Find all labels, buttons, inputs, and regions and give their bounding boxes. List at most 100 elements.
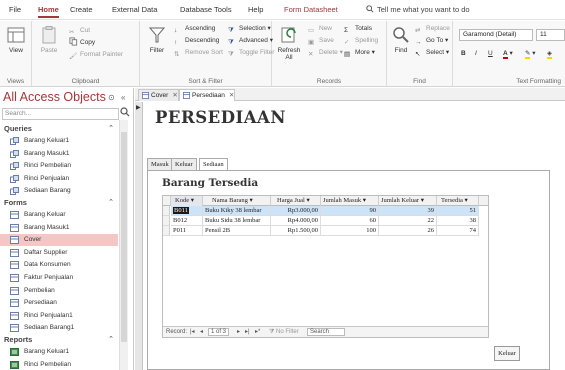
next-record-button[interactable]: ▸ bbox=[237, 327, 240, 337]
cell-nama-barang[interactable]: Buku Sidu 38 lembar bbox=[203, 216, 271, 226]
cell-jumlah-keluar[interactable]: 26 bbox=[379, 226, 437, 236]
refresh-all-button[interactable]: Refresh All bbox=[274, 25, 304, 61]
tab-file[interactable]: File bbox=[9, 5, 21, 14]
table-row[interactable]: P011 Pensil 2B Rp1.500,00 100 26 74 bbox=[163, 226, 488, 236]
fill-color-button[interactable]: ◈ bbox=[547, 48, 552, 59]
collapse-icon[interactable]: ⌃ bbox=[108, 124, 114, 132]
paste-button[interactable]: Paste bbox=[34, 25, 64, 54]
nav-item[interactable]: Barang Keluar1 bbox=[0, 346, 118, 358]
advanced-button[interactable]: ⧩ Advanced ▾ bbox=[228, 35, 273, 46]
bold-button[interactable]: B bbox=[461, 48, 466, 59]
nav-section-header[interactable]: Queries ⌃ bbox=[4, 124, 116, 135]
doc-tab-cover[interactable]: Cover ✕ bbox=[138, 89, 179, 101]
descending-button[interactable]: ↑ Descending bbox=[174, 35, 219, 46]
replace-button[interactable]: ⇄ Replace bbox=[415, 23, 450, 34]
nav-dropdown-icon[interactable]: ⊙ bbox=[108, 93, 115, 102]
table-row[interactable]: B012 Buku Sidu 38 lembar Rp4.000,00 60 2… bbox=[163, 216, 488, 226]
underline-button[interactable]: U bbox=[488, 48, 493, 59]
nav-item[interactable]: Rinci Pembelian bbox=[0, 160, 118, 172]
goto-button[interactable]: → Go To ▾ bbox=[415, 35, 448, 46]
cell-nama-barang[interactable]: Pensil 2B bbox=[203, 226, 271, 236]
no-filter-indicator[interactable]: ⧩ No Filter bbox=[269, 327, 299, 337]
column-header-tersedia[interactable]: Tersedia ▾ bbox=[437, 196, 479, 206]
first-record-button[interactable]: |◂ bbox=[190, 327, 195, 337]
current-record-input[interactable]: 1 of 3 bbox=[208, 328, 230, 336]
collapse-icon[interactable]: ⌃ bbox=[108, 335, 114, 343]
dropdown-icon[interactable]: ▾ bbox=[363, 197, 366, 204]
new-record-nav-button[interactable]: ▸* bbox=[255, 327, 260, 337]
cell-harga-jual[interactable]: Rp3.000,00 bbox=[271, 206, 321, 216]
dropdown-icon[interactable]: ▾ bbox=[191, 197, 194, 204]
nav-item[interactable]: Barang Masuk1 bbox=[0, 222, 118, 234]
column-header-nama-barang[interactable]: Nama Barang ▾ bbox=[203, 196, 271, 206]
selection-button[interactable]: ⧩ Selection ▾ bbox=[228, 23, 271, 34]
tab-help[interactable]: Help bbox=[248, 5, 263, 14]
nav-item[interactable]: Rinci Penjualan1 bbox=[0, 310, 118, 322]
font-size-select[interactable]: 11 bbox=[536, 29, 565, 41]
tab-form-datasheet[interactable]: Form Datasheet bbox=[284, 5, 338, 14]
nav-scrollbar[interactable] bbox=[119, 120, 128, 370]
keluar-button[interactable]: Keluar bbox=[494, 346, 520, 361]
filter-button[interactable]: Filter bbox=[142, 25, 172, 54]
totals-button[interactable]: Σ Totals bbox=[344, 23, 372, 34]
nav-item[interactable]: Daftar Supplier bbox=[0, 247, 118, 259]
last-record-button[interactable]: ▸| bbox=[245, 327, 250, 337]
nav-scrollbar-thumb[interactable] bbox=[121, 132, 127, 342]
record-search-input[interactable]: Search bbox=[307, 328, 345, 336]
nav-section-header[interactable]: Reports ⌃ bbox=[4, 335, 116, 346]
tab-create[interactable]: Create bbox=[70, 5, 93, 14]
new-record-button[interactable]: ▭ New bbox=[308, 23, 332, 34]
nav-item[interactable]: Data Konsumen bbox=[0, 259, 118, 271]
cell-nama-barang[interactable]: Buku Kiky 38 lembar bbox=[203, 206, 271, 216]
nav-section-header[interactable]: Forms ⌃ bbox=[4, 198, 116, 209]
collapse-icon[interactable]: ⌃ bbox=[108, 198, 114, 206]
cell-kode[interactable]: B011 bbox=[171, 206, 203, 216]
cell-jumlah-masuk[interactable]: 100 bbox=[321, 226, 379, 236]
font-name-select[interactable]: Garamond (Detail) bbox=[459, 29, 533, 41]
copy-button[interactable]: Copy bbox=[69, 37, 95, 48]
ascending-button[interactable]: ↓ Ascending bbox=[174, 23, 215, 34]
nav-pane-controls[interactable]: ⊙ « bbox=[108, 93, 125, 102]
nav-item[interactable]: Persediaan bbox=[0, 297, 118, 309]
doc-tab-persediaan[interactable]: Persediaan ✕ bbox=[179, 89, 236, 101]
dropdown-icon[interactable]: ▾ bbox=[250, 197, 253, 204]
spelling-button[interactable]: ✓ Spelling bbox=[344, 35, 378, 46]
close-icon[interactable]: ✕ bbox=[229, 92, 234, 99]
more-button[interactable]: ▤ More ▾ bbox=[344, 47, 375, 58]
cell-tersedia[interactable]: 38 bbox=[437, 216, 479, 226]
cell-harga-jual[interactable]: Rp1.500,00 bbox=[271, 226, 321, 236]
row-selector[interactable] bbox=[163, 206, 170, 216]
cell-jumlah-masuk[interactable]: 90 bbox=[321, 206, 379, 216]
cut-button[interactable]: ✂ Cut bbox=[69, 25, 90, 36]
nav-item[interactable]: Barang Masuk1 bbox=[0, 148, 118, 160]
dropdown-icon[interactable]: ▾ bbox=[465, 197, 468, 204]
cell-tersedia[interactable]: 74 bbox=[437, 226, 479, 236]
cell-jumlah-keluar[interactable]: 22 bbox=[379, 216, 437, 226]
nav-pane-title[interactable]: All Access Objects bbox=[3, 90, 106, 104]
nav-item[interactable]: Rinci Pembelian bbox=[0, 359, 118, 370]
shutter-bar-icon[interactable]: « bbox=[121, 93, 125, 102]
cell-jumlah-masuk[interactable]: 60 bbox=[321, 216, 379, 226]
nav-search-input[interactable]: Search... bbox=[2, 108, 119, 120]
close-icon[interactable]: ✕ bbox=[172, 92, 177, 99]
search-icon[interactable] bbox=[120, 107, 130, 117]
nav-item[interactable]: Rinci Penjualan bbox=[0, 173, 118, 185]
previous-record-button[interactable]: ◂ bbox=[200, 327, 203, 337]
tab-database-tools[interactable]: Database Tools bbox=[180, 5, 232, 14]
delete-record-button[interactable]: ✕ Delete ▾ bbox=[308, 47, 343, 58]
dropdown-icon[interactable]: ▾ bbox=[421, 197, 424, 204]
find-button[interactable]: Find bbox=[389, 25, 413, 54]
nav-item[interactable]: Cover bbox=[0, 234, 118, 247]
column-header-kode[interactable]: Kode ▾ bbox=[171, 196, 203, 206]
tell-me-box[interactable]: Tell me what you want to do bbox=[366, 5, 470, 14]
select-button[interactable]: ↖ Select ▾ bbox=[415, 47, 449, 58]
save-record-button[interactable]: ▣ Save bbox=[308, 35, 334, 46]
row-selector[interactable] bbox=[163, 226, 170, 236]
cell-kode[interactable]: P011 bbox=[171, 226, 203, 236]
nav-item[interactable]: Barang Keluar1 bbox=[0, 135, 118, 147]
table-row[interactable]: B011 Buku Kiky 38 lembar Rp3.000,00 90 3… bbox=[163, 206, 488, 216]
cell-tersedia[interactable]: 51 bbox=[437, 206, 479, 216]
cell-harga-jual[interactable]: Rp4.000,00 bbox=[271, 216, 321, 226]
column-header-jumlah-keluar[interactable]: Jumlah Keluar ▾ bbox=[379, 196, 437, 206]
tab-external-data[interactable]: External Data bbox=[112, 5, 157, 14]
